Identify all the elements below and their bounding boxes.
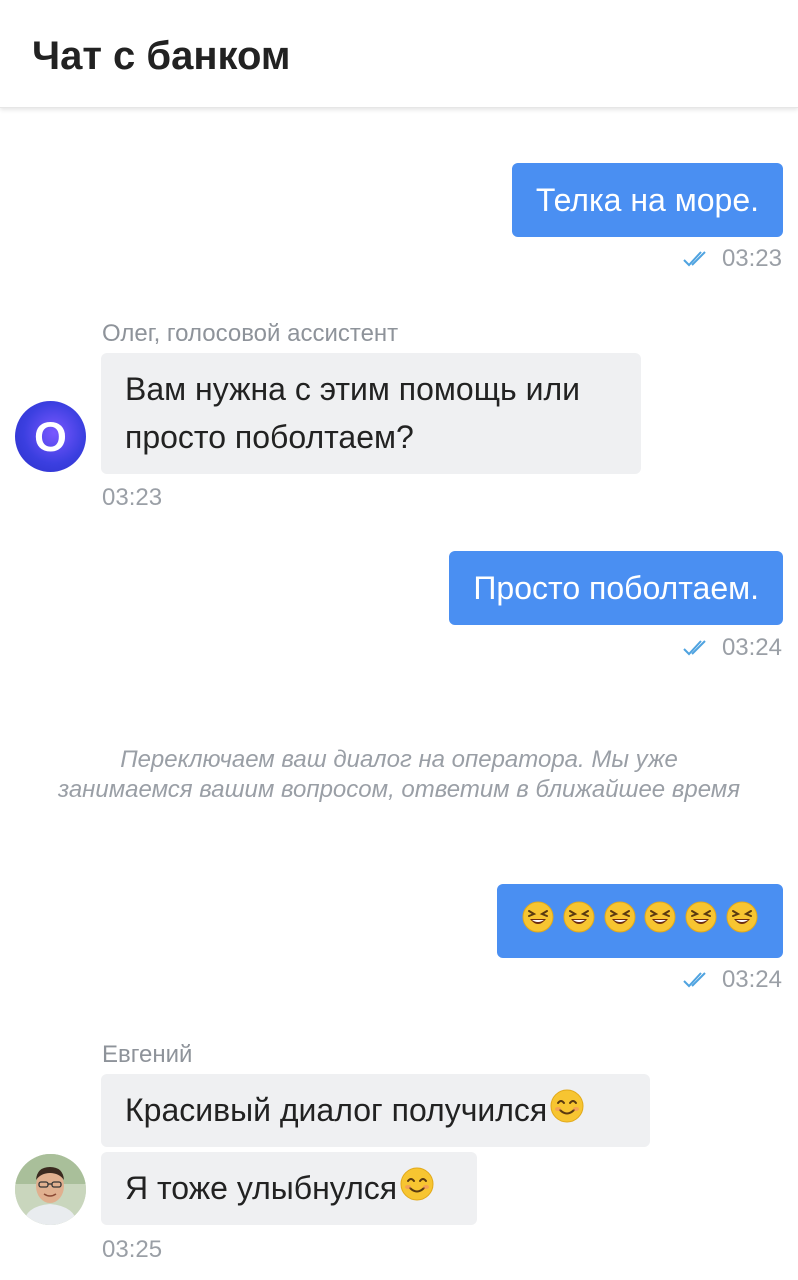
system-notice-line: занимаемся вашим вопросом, ответим в бли… (57, 776, 741, 803)
message-time: 03:23 (721, 245, 782, 272)
laughing-face-icon (643, 900, 677, 943)
read-check-icon (682, 970, 712, 990)
message-meta: 03:24 (682, 965, 782, 995)
laughing-face-icon (521, 900, 555, 943)
message-meta: 03:23 (682, 244, 782, 274)
message-time: 03:23 (102, 484, 163, 511)
message-time: 03:25 (102, 1236, 163, 1263)
incoming-message-bubble[interactable]: Красивый диалог получился (101, 1074, 650, 1147)
smiling-face-icon (399, 1166, 435, 1215)
outgoing-emoji-bubble[interactable] (497, 884, 783, 958)
read-check-icon (682, 249, 712, 269)
assistant-avatar[interactable]: O (15, 401, 86, 472)
message-meta: 03:24 (682, 633, 782, 663)
incoming-message-bubble[interactable]: Вам нужна с этим помощь или просто побол… (101, 353, 641, 474)
sender-name: Олег, голосовой ассистент (102, 320, 399, 347)
chat-screen: Чат с банком Телка на море. 03:23 Олег, … (0, 0, 798, 1280)
smiling-face-icon (549, 1088, 585, 1137)
message-text: Просто поболтаем. (473, 570, 759, 606)
sender-name: Евгений (102, 1041, 193, 1068)
laughing-face-icon (562, 900, 596, 943)
message-text: Телка на море. (535, 182, 759, 218)
header-bar: Чат с банком (0, 0, 798, 108)
system-notice-line: Переключаем ваш диалог на оператора. Мы … (120, 746, 678, 773)
message-text: Я тоже улыбнулся (125, 1170, 398, 1206)
incoming-message-bubble[interactable]: Я тоже улыбнулся (101, 1152, 477, 1225)
outgoing-message-bubble[interactable]: Телка на море. (511, 163, 783, 237)
message-time: 03:24 (721, 634, 782, 661)
message-text-line: Вам нужна с этим помощь или (125, 371, 580, 407)
message-text-line: просто поболтаем? (125, 419, 414, 455)
outgoing-message-bubble[interactable]: Просто поболтаем. (449, 551, 783, 625)
laughing-face-icon (684, 900, 718, 943)
laughing-face-icon (725, 900, 759, 943)
message-time: 03:24 (721, 966, 782, 993)
read-check-icon (682, 638, 712, 658)
laughing-face-icon (603, 900, 637, 943)
system-notice: Переключаем ваш диалог на оператора. Мы … (0, 745, 798, 805)
message-text: Красивый диалог получился (125, 1092, 548, 1128)
operator-avatar[interactable] (15, 1154, 86, 1225)
page-title: Чат с банком (32, 34, 291, 78)
